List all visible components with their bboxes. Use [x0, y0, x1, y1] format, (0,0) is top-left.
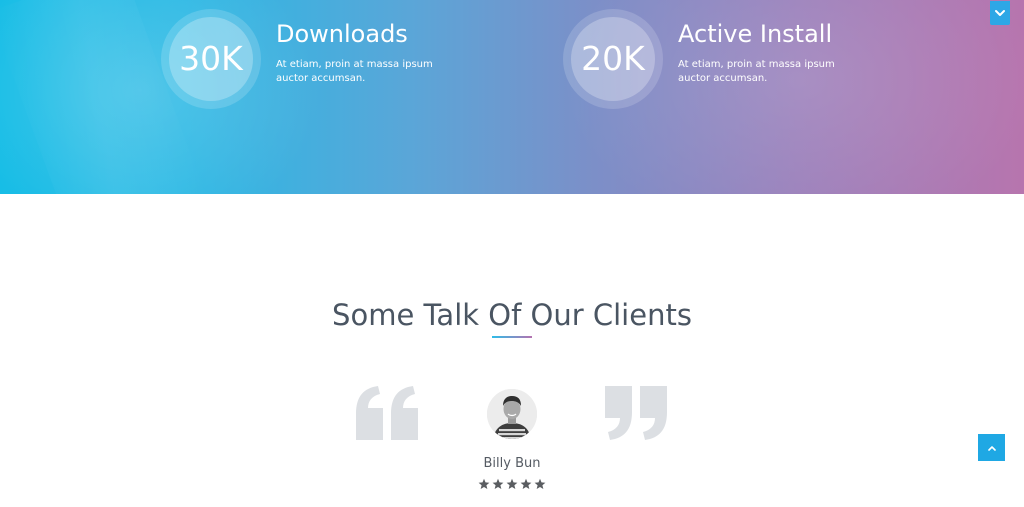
quote-close-icon — [605, 386, 667, 440]
stat-title: Downloads — [276, 20, 408, 48]
stat-circle: 20K — [563, 9, 663, 109]
quote-open-icon — [356, 386, 418, 440]
dropdown-button[interactable] — [990, 1, 1010, 25]
section-title: Some Talk Of Our Clients — [332, 298, 692, 333]
stat-title: Active Install — [678, 20, 833, 48]
star-icon — [520, 478, 532, 489]
chevron-up-icon — [987, 445, 996, 451]
star-icon — [478, 478, 490, 489]
stat-description: At etiam, proin at massa ipsum auctor ac… — [678, 59, 835, 84]
stats-hero-banner: 30K Downloads At etiam, proin at massa i… — [0, 0, 1024, 194]
star-icon — [506, 478, 518, 489]
star-rating — [478, 478, 546, 492]
stat-description: At etiam, proin at massa ipsum auctor ac… — [276, 59, 433, 84]
client-photo — [487, 389, 537, 439]
stat-circle: 30K — [161, 9, 261, 109]
scroll-to-top-button[interactable] — [978, 434, 1005, 461]
chevron-down-icon — [995, 10, 1005, 16]
title-underline — [492, 336, 532, 338]
client-avatar — [487, 389, 537, 439]
star-icon — [492, 478, 504, 489]
client-name: Billy Bun — [483, 456, 541, 471]
star-icon — [534, 478, 546, 489]
stat-value: 30K — [169, 17, 253, 101]
stat-value: 20K — [571, 17, 655, 101]
